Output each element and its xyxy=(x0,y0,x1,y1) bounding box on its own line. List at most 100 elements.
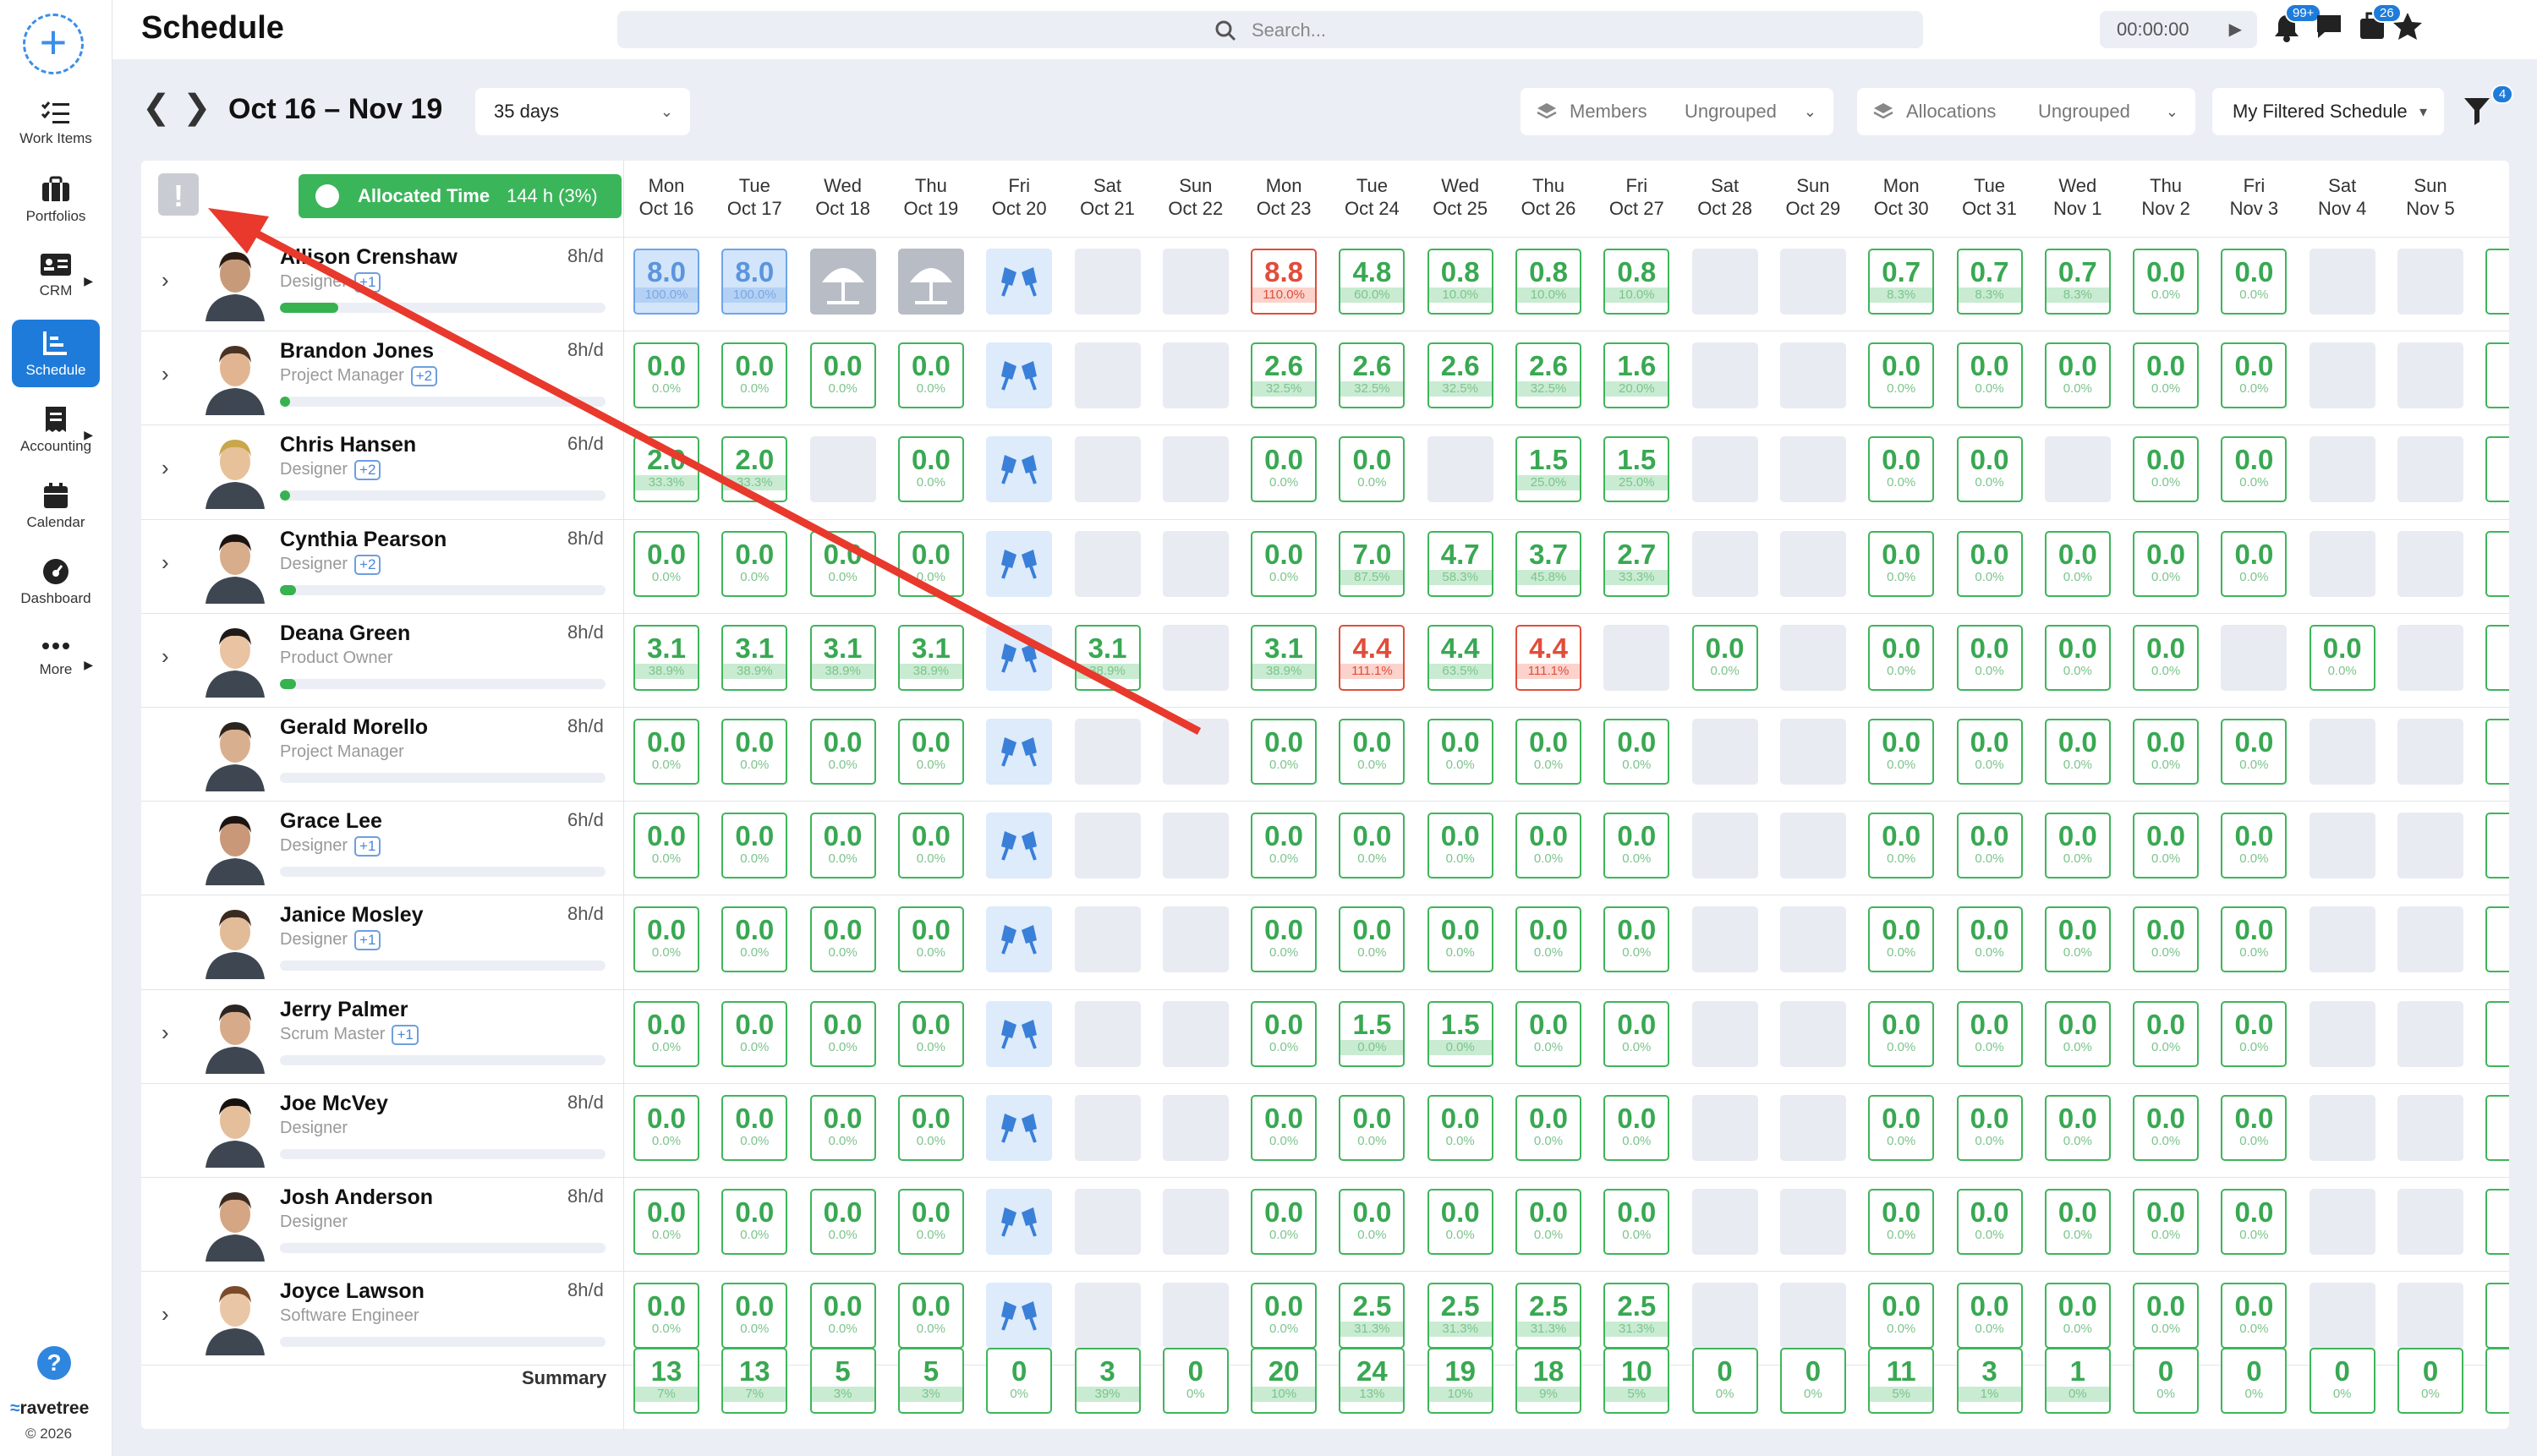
allocation-cell[interactable]: 0.0 0.0% xyxy=(633,719,699,785)
holiday-cell[interactable] xyxy=(986,624,1053,691)
holiday-cell[interactable] xyxy=(986,1094,1053,1161)
star-icon[interactable] xyxy=(2392,12,2423,41)
nav-crm[interactable]: ▶ CRM xyxy=(0,252,112,299)
empty-cell[interactable] xyxy=(1074,1094,1141,1161)
empty-cell[interactable] xyxy=(1074,1000,1141,1067)
allocation-cell[interactable]: 0.0 0.0% xyxy=(897,906,964,973)
allocation-cell[interactable] xyxy=(2485,1000,2509,1067)
allocation-cell[interactable]: 0.0 0.0% xyxy=(1515,813,1581,879)
person-name[interactable]: Jerry Palmer xyxy=(280,998,408,1022)
empty-cell[interactable] xyxy=(1162,530,1229,597)
empty-cell[interactable] xyxy=(1691,436,1758,503)
empty-cell[interactable] xyxy=(1162,813,1229,879)
expand-row-chevron-icon[interactable]: › xyxy=(162,550,169,576)
empty-cell[interactable] xyxy=(2397,436,2463,503)
allocation-cell[interactable]: 0.0 0.0% xyxy=(897,436,964,503)
holiday-cell[interactable] xyxy=(986,1283,1053,1349)
empty-cell[interactable] xyxy=(2397,1000,2463,1067)
add-new-button[interactable]: + xyxy=(23,14,84,74)
holiday-cell[interactable] xyxy=(986,249,1053,315)
expand-row-chevron-icon[interactable]: › xyxy=(162,361,169,387)
allocation-cell[interactable]: 0.0 0.0% xyxy=(1956,624,2023,691)
empty-cell[interactable] xyxy=(1162,1189,1229,1255)
allocation-cell[interactable]: 0.0 0.0% xyxy=(721,342,788,409)
person-name[interactable]: Josh Anderson xyxy=(280,1185,433,1210)
allocation-cell[interactable]: 0.0 0.0% xyxy=(1956,719,2023,785)
allocation-cell[interactable]: 0.0 0.0% xyxy=(1868,1094,1935,1161)
empty-cell[interactable] xyxy=(1691,813,1758,879)
allocation-cell[interactable] xyxy=(2485,624,2509,691)
allocation-cell[interactable]: 8.8 110.0% xyxy=(1251,249,1318,315)
allocation-cell[interactable]: 0.7 8.3% xyxy=(1868,249,1935,315)
filter-icon[interactable] xyxy=(2463,95,2496,129)
empty-cell[interactable] xyxy=(1779,249,1846,315)
allocation-cell[interactable] xyxy=(2485,1189,2509,1255)
allocation-cell[interactable]: 0.0 0.0% xyxy=(1251,1189,1318,1255)
allocation-cell[interactable]: 0.0 0.0% xyxy=(1515,719,1581,785)
person-name[interactable]: Janice Mosley xyxy=(280,903,424,928)
allocation-cell[interactable]: 0.0 0.0% xyxy=(897,813,964,879)
empty-cell[interactable] xyxy=(1779,1094,1846,1161)
empty-cell[interactable] xyxy=(1162,624,1229,691)
allocation-cell[interactable]: 0.0 0.0% xyxy=(2133,813,2200,879)
empty-cell[interactable] xyxy=(809,436,876,503)
allocation-cell[interactable] xyxy=(2485,342,2509,409)
allocation-cell[interactable]: 0.0 0.0% xyxy=(2133,624,2200,691)
empty-cell[interactable] xyxy=(1074,1189,1141,1255)
allocation-cell[interactable] xyxy=(2485,1094,2509,1161)
vacation-cell[interactable] xyxy=(897,249,964,315)
allocation-cell[interactable]: 0.0 0.0% xyxy=(2044,530,2111,597)
allocation-cell[interactable]: 0.0 0.0% xyxy=(1339,813,1405,879)
empty-cell[interactable] xyxy=(1691,1094,1758,1161)
allocation-cell[interactable]: 0.0 0.0% xyxy=(1956,1283,2023,1349)
extra-roles-tag[interactable]: +2 xyxy=(410,366,438,387)
allocation-cell[interactable]: 0.0 0.0% xyxy=(633,1189,699,1255)
allocation-cell[interactable]: 2.6 32.5% xyxy=(1251,342,1318,409)
holiday-cell[interactable] xyxy=(986,436,1053,503)
allocation-cell[interactable]: 0.0 0.0% xyxy=(721,1189,788,1255)
allocation-cell[interactable]: 0.0 0.0% xyxy=(2221,1000,2288,1067)
allocation-cell[interactable]: 3.1 38.9% xyxy=(1074,624,1141,691)
allocation-cell[interactable]: 0.0 0.0% xyxy=(2044,624,2111,691)
allocation-cell[interactable]: 1.5 0.0% xyxy=(1427,1000,1493,1067)
allocation-cell[interactable]: 0.0 0.0% xyxy=(721,719,788,785)
allocation-cell[interactable]: 0.0 0.0% xyxy=(1868,1000,1935,1067)
allocation-cell[interactable]: 0.0 0.0% xyxy=(2221,1283,2288,1349)
allocation-cell[interactable]: 3.1 38.9% xyxy=(897,624,964,691)
person-name[interactable]: Deana Green xyxy=(280,621,410,646)
allocation-cell[interactable]: 2.0 33.3% xyxy=(721,436,788,503)
allocation-cell[interactable]: 0.0 0.0% xyxy=(1427,1189,1493,1255)
allocation-cell[interactable]: 0.0 0.0% xyxy=(1427,906,1493,973)
allocation-cell[interactable]: 0.0 0.0% xyxy=(1251,719,1318,785)
allocation-cell[interactable]: 0.0 0.0% xyxy=(1868,624,1935,691)
allocation-cell[interactable]: 0.0 0.0% xyxy=(2133,1189,2200,1255)
empty-cell[interactable] xyxy=(1162,1283,1229,1349)
warning-calendar-icon[interactable]: ! xyxy=(158,173,199,216)
empty-cell[interactable] xyxy=(2309,719,2375,785)
allocation-cell[interactable]: 0.0 0.0% xyxy=(809,530,876,597)
play-icon[interactable]: ▶ xyxy=(2229,11,2242,48)
allocation-cell[interactable]: 0.0 0.0% xyxy=(2133,1094,2200,1161)
allocation-cell[interactable]: 0.0 0.0% xyxy=(1868,1283,1935,1349)
allocation-cell[interactable]: 0.0 0.0% xyxy=(1956,1000,2023,1067)
empty-cell[interactable] xyxy=(1162,1094,1229,1161)
allocation-cell[interactable]: 0.0 0.0% xyxy=(1868,719,1935,785)
allocation-cell[interactable]: 0.0 0.0% xyxy=(809,719,876,785)
empty-cell[interactable] xyxy=(1162,906,1229,973)
empty-cell[interactable] xyxy=(1691,1000,1758,1067)
person-name[interactable]: Brandon Jones xyxy=(280,339,434,364)
empty-cell[interactable] xyxy=(1074,249,1141,315)
holiday-cell[interactable] xyxy=(986,530,1053,597)
allocation-cell[interactable]: 0.0 0.0% xyxy=(2221,906,2288,973)
person-name[interactable]: Chris Hansen xyxy=(280,433,416,457)
allocation-cell[interactable]: 0.0 0.0% xyxy=(721,1094,788,1161)
empty-cell[interactable] xyxy=(1074,719,1141,785)
allocation-cell[interactable]: 0.0 0.0% xyxy=(809,1094,876,1161)
allocation-cell[interactable]: 0.7 8.3% xyxy=(2044,249,2111,315)
empty-cell[interactable] xyxy=(2309,813,2375,879)
empty-cell[interactable] xyxy=(1074,342,1141,409)
allocation-cell[interactable]: 8.0 100.0% xyxy=(633,249,699,315)
allocation-cell[interactable]: 0.0 0.0% xyxy=(633,1283,699,1349)
extra-roles-tag[interactable]: +1 xyxy=(354,272,381,293)
person-name[interactable]: Grace Lee xyxy=(280,809,382,834)
